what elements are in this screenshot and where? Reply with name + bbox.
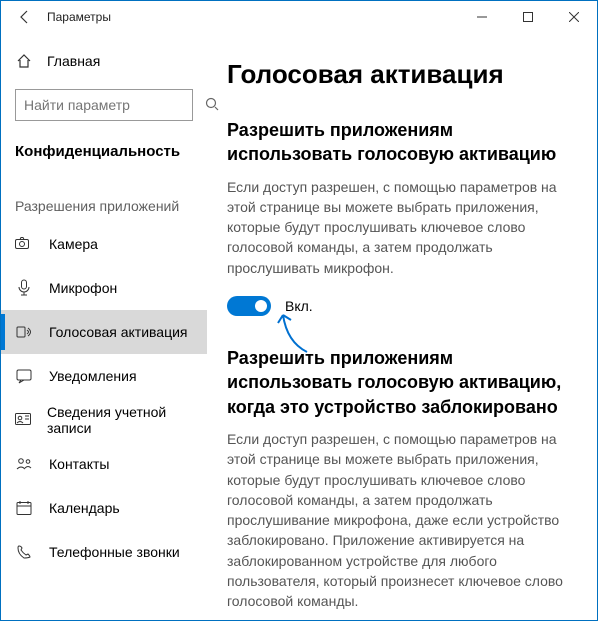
section1-heading: Разрешить приложениям использовать голос… [227, 118, 583, 167]
sidebar-item-label: Камера [49, 236, 98, 252]
section2-heading: Разрешить приложениям использовать голос… [227, 346, 583, 419]
minimize-button[interactable] [459, 1, 505, 33]
calendar-icon [15, 499, 33, 517]
notifications-icon [15, 367, 33, 385]
sidebar-item-label: Сведения учетной записи [47, 404, 193, 436]
voice-activation-icon [15, 323, 33, 341]
search-box[interactable] [15, 89, 193, 121]
sidebar-item-label: Уведомления [49, 368, 137, 384]
home-label: Главная [47, 53, 100, 69]
sidebar-item-contacts[interactable]: Контакты [1, 442, 207, 486]
sidebar-subsection-title: Разрешения приложений [1, 174, 207, 222]
microphone-icon [15, 279, 33, 297]
toggle-knob [255, 300, 267, 312]
window-title: Параметры [47, 10, 111, 24]
sidebar-item-label: Микрофон [49, 280, 117, 296]
sidebar-item-calendar[interactable]: Календарь [1, 486, 207, 530]
phone-icon [15, 543, 33, 561]
sidebar-item-label: Телефонные звонки [49, 544, 180, 560]
section1-description: Если доступ разрешен, с помощью параметр… [227, 177, 583, 278]
toggle-state-label: Вкл. [285, 298, 313, 314]
sidebar-item-voice-activation[interactable]: Голосовая активация [1, 310, 207, 354]
titlebar: Параметры [1, 1, 597, 33]
home-link[interactable]: Главная [1, 41, 207, 81]
sidebar: Главная Конфиденциальность Разрешения пр… [1, 33, 207, 620]
page-title: Голосовая активация [227, 59, 583, 90]
sidebar-item-notifications[interactable]: Уведомления [1, 354, 207, 398]
sidebar-section-title: Конфиденциальность [1, 133, 207, 174]
close-button[interactable] [551, 1, 597, 33]
contacts-icon [15, 455, 33, 473]
sidebar-item-phone-calls[interactable]: Телефонные звонки [1, 530, 207, 574]
sidebar-item-microphone[interactable]: Микрофон [1, 266, 207, 310]
sidebar-item-label: Контакты [49, 456, 109, 472]
sidebar-item-camera[interactable]: Камера [1, 222, 207, 266]
sidebar-item-label: Календарь [49, 500, 120, 516]
main-content: Голосовая активация Разрешить приложения… [207, 33, 597, 620]
voice-activation-toggle[interactable] [227, 296, 271, 316]
back-button[interactable] [9, 1, 41, 33]
maximize-button[interactable] [505, 1, 551, 33]
search-input[interactable] [24, 97, 205, 113]
camera-icon [15, 235, 33, 253]
account-icon [15, 411, 31, 429]
sidebar-item-account-info[interactable]: Сведения учетной записи [1, 398, 207, 442]
sidebar-item-label: Голосовая активация [49, 324, 188, 340]
home-icon [15, 52, 33, 70]
section2-description: Если доступ разрешен, с помощью параметр… [227, 429, 583, 612]
